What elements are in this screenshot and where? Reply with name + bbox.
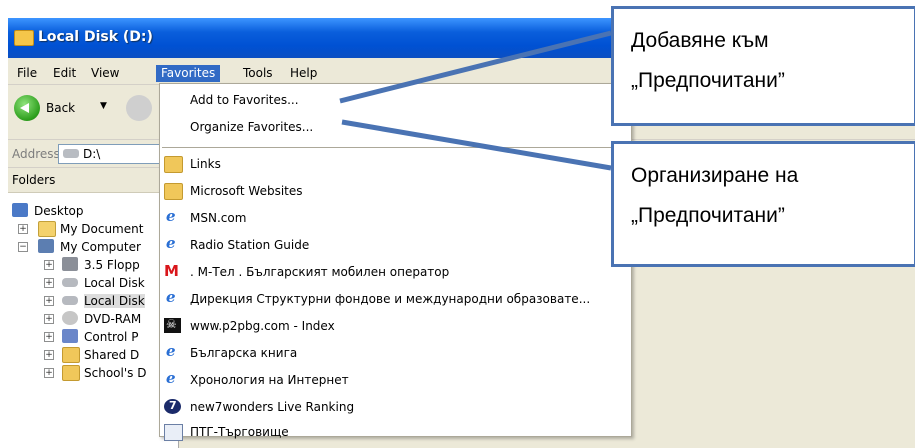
- floppy-drive-icon: [62, 257, 78, 271]
- ie-icon: [164, 342, 181, 360]
- mtel-icon: [164, 262, 181, 280]
- pirate-icon: [164, 317, 181, 333]
- menu-item-label: www.p2pbg.com - Index: [190, 319, 335, 333]
- menu-item-label: new7wonders Live Ranking: [190, 400, 355, 414]
- folder-icon: [62, 365, 80, 381]
- folder-icon: [164, 183, 183, 200]
- expand-icon[interactable]: +: [44, 278, 54, 288]
- ie-icon: [164, 288, 181, 306]
- tree-item-label: 3.5 Flopp: [84, 258, 140, 272]
- favorite-new7wonders[interactable]: new7wonders Live Ranking: [160, 397, 631, 417]
- favorite-links[interactable]: Links: [160, 154, 631, 174]
- ie-icon: [164, 207, 181, 225]
- callout-organize-favorites: Организиране на „Предпочитани”: [611, 141, 915, 267]
- callout-line: Организиране на: [631, 164, 799, 187]
- address-value: D:\: [83, 147, 101, 161]
- callout-add-to-favorites: Добавяне към „Предпочитани”: [611, 6, 915, 126]
- menu-help[interactable]: Help: [285, 65, 322, 82]
- folder-icon: [164, 156, 183, 173]
- local-disk-icon: [62, 296, 78, 305]
- expand-icon[interactable]: +: [44, 332, 54, 342]
- tree-item-label: Desktop: [34, 204, 84, 218]
- menu-item-label: Organize Favorites...: [190, 120, 314, 134]
- my-computer-icon: [38, 239, 54, 253]
- menu-item-label: Хронология на Интернет: [190, 373, 349, 387]
- tree-item-label: My Computer: [60, 240, 141, 254]
- menu-edit[interactable]: Edit: [48, 65, 81, 82]
- menu-item-label: Дирекция Структурни фондове и международ…: [190, 292, 591, 306]
- window-title: Local Disk (D:): [38, 29, 153, 45]
- menu-item-label: Add to Favorites...: [190, 93, 299, 107]
- expand-icon[interactable]: +: [44, 296, 54, 306]
- drive-icon: [63, 149, 79, 158]
- folders-header: Folders: [8, 168, 178, 193]
- menu-item-label: Microsoft Websites: [190, 184, 303, 198]
- menu-item-label: Links: [190, 157, 221, 171]
- dvd-drive-icon: [62, 311, 78, 325]
- callout-line: „Предпочитани”: [631, 204, 785, 227]
- menu-favorites[interactable]: Favorites: [156, 65, 221, 82]
- favorite-radio-station-guide[interactable]: Radio Station Guide: [160, 234, 631, 255]
- menu-item-label: MSN.com: [190, 211, 247, 225]
- collapse-icon[interactable]: −: [18, 242, 28, 252]
- expand-icon[interactable]: +: [18, 224, 28, 234]
- menu-item-label: . M-Тел . Българският мобилен оператор: [190, 265, 450, 279]
- expand-icon[interactable]: +: [44, 368, 54, 378]
- tree-item-label: My Document: [60, 222, 144, 236]
- tree-item-label: Shared D: [84, 348, 140, 362]
- tree-item-label: Control P: [84, 330, 139, 344]
- folders-title: Folders: [12, 173, 56, 187]
- favorite-msn[interactable]: MSN.com: [160, 207, 631, 228]
- folders-pane: Folders Desktop + My Document − My Compu…: [8, 168, 179, 448]
- folder-icon: [14, 30, 34, 46]
- menu-file[interactable]: File: [12, 65, 42, 82]
- menu-view[interactable]: View: [86, 65, 124, 82]
- favorite-structural-funds[interactable]: Дирекция Структурни фондове и международ…: [160, 288, 631, 309]
- back-arrow-icon[interactable]: [14, 95, 40, 121]
- callout-line: „Предпочитани”: [631, 69, 785, 92]
- address-label: Address: [12, 147, 60, 161]
- tree-item-label: Local Disk: [84, 276, 145, 290]
- menu-separator: [162, 147, 629, 148]
- desktop-icon: [12, 203, 28, 217]
- menu-item-label: Radio Station Guide: [190, 238, 310, 252]
- seven-icon: [164, 399, 181, 414]
- menu-tools[interactable]: Tools: [238, 65, 278, 82]
- menu-item-label: ПТГ-Търговище: [190, 425, 289, 439]
- back-dropdown-icon[interactable]: ▼: [100, 101, 107, 111]
- my-documents-icon: [38, 221, 56, 237]
- callout-line: Добавяне към: [631, 29, 769, 52]
- favorite-bulgarian-book[interactable]: Българска книга: [160, 342, 631, 363]
- forward-button[interactable]: [126, 95, 152, 121]
- menu-item-label: Българска книга: [190, 346, 298, 360]
- organize-favorites-item[interactable]: Organize Favorites...: [160, 117, 631, 137]
- favorite-mtel[interactable]: . M-Тел . Българският мобилен оператор: [160, 262, 631, 282]
- expand-icon[interactable]: +: [44, 314, 54, 324]
- control-panel-icon: [62, 329, 78, 343]
- tree-item-label: Local Disk: [84, 294, 145, 308]
- ie-icon: [164, 369, 181, 387]
- favorite-p2pbg[interactable]: www.p2pbg.com - Index: [160, 316, 631, 336]
- expand-icon[interactable]: +: [44, 350, 54, 360]
- favorite-microsoft-websites[interactable]: Microsoft Websites: [160, 181, 631, 201]
- shared-folder-icon: [62, 347, 80, 363]
- document-icon: [164, 424, 183, 441]
- tree-item-label: DVD-RAM: [84, 312, 142, 326]
- tree-item-label: School's D: [84, 366, 147, 380]
- address-input[interactable]: D:\: [58, 144, 170, 164]
- add-to-favorites-item[interactable]: Add to Favorites...: [160, 90, 631, 110]
- favorites-menu: Add to Favorites... Organize Favorites..…: [159, 83, 632, 441]
- local-disk-icon: [62, 278, 78, 287]
- ie-icon: [164, 234, 181, 252]
- back-button-label[interactable]: Back: [46, 101, 75, 115]
- expand-icon[interactable]: +: [44, 260, 54, 270]
- favorite-internet-timeline[interactable]: Хронология на Интернет: [160, 369, 631, 390]
- favorite-ptg-targovishte[interactable]: ПТГ-Търговище: [160, 422, 631, 442]
